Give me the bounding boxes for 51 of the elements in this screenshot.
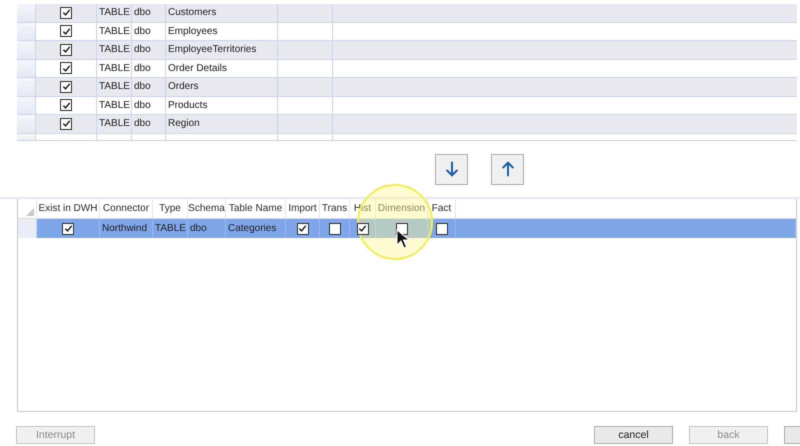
column-header[interactable]: Trans xyxy=(322,203,348,214)
table-cell: TABLE xyxy=(99,62,130,74)
move-up-button[interactable] xyxy=(491,154,524,184)
column-header[interactable]: Table Name xyxy=(228,203,282,214)
checkbox[interactable] xyxy=(60,6,72,19)
table-cell: Products xyxy=(168,100,208,111)
checkbox[interactable] xyxy=(436,222,448,234)
move-down-button[interactable] xyxy=(435,154,468,184)
table-cell: TABLE xyxy=(99,81,130,92)
column-header[interactable]: Import xyxy=(288,203,317,214)
table-cell: Categories xyxy=(228,223,276,234)
checkbox[interactable] xyxy=(60,44,72,56)
table-cell: Employees xyxy=(168,26,218,37)
table-cell: EmployeeTerritories xyxy=(168,44,256,56)
table-cell: dbo xyxy=(134,26,151,37)
column-header[interactable]: Type xyxy=(159,203,181,214)
table-cell: TABLE xyxy=(99,118,130,130)
table-cell: dbo xyxy=(134,62,151,74)
table-cell: Northwind xyxy=(102,223,148,234)
table-cell: TABLE xyxy=(99,26,130,37)
checkbox[interactable] xyxy=(60,62,72,74)
column-header[interactable]: Exist in DWH xyxy=(38,203,98,214)
mouse-cursor-icon xyxy=(396,229,410,249)
checkbox[interactable] xyxy=(60,118,72,130)
table-cell: dbo xyxy=(134,118,151,130)
table-cell: dbo xyxy=(134,7,151,18)
table-cell: Region xyxy=(168,118,200,130)
checkbox[interactable] xyxy=(60,99,72,112)
table-cell: TABLE xyxy=(99,44,130,56)
checkbox[interactable] xyxy=(328,222,340,234)
table-cell: dbo xyxy=(190,223,207,234)
table-cell: TABLE xyxy=(155,223,186,234)
checkbox[interactable] xyxy=(62,222,74,234)
table-cell: dbo xyxy=(134,81,151,92)
table-row[interactable]: Northwind TABLE dbo Categories xyxy=(18,219,796,238)
table-cell: dbo xyxy=(134,100,151,111)
table-cell: TABLE xyxy=(99,7,130,18)
column-header[interactable]: Fact xyxy=(432,203,452,214)
table-cell: Order Details xyxy=(168,62,227,74)
column-header[interactable]: Connector xyxy=(102,203,150,214)
corner-triangle-icon xyxy=(26,208,34,216)
checkbox[interactable] xyxy=(356,222,368,234)
table-cell: TABLE xyxy=(99,100,130,111)
table-cell: Customers xyxy=(168,7,216,18)
checkbox[interactable] xyxy=(60,25,72,38)
cancel-button[interactable]: cancel xyxy=(594,426,673,444)
table-cell: dbo xyxy=(134,44,151,56)
column-header[interactable]: Schema xyxy=(188,203,225,214)
checkbox[interactable] xyxy=(60,80,72,93)
table-cell: Orders xyxy=(168,81,199,92)
checkbox[interactable] xyxy=(296,222,308,234)
